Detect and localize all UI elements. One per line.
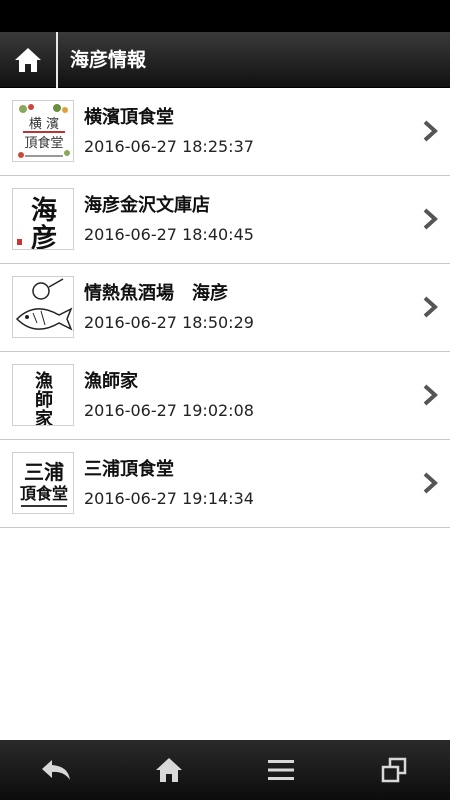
chevron-right-icon [423, 120, 438, 142]
menu-icon [268, 760, 295, 780]
shop-name: 海彦金沢文庫店 [84, 195, 210, 216]
list-item[interactable]: 三浦 頂食堂 三浦頂食堂 2016-06-27 19:14:34 [0, 440, 450, 528]
back-button[interactable] [0, 740, 113, 800]
shop-logo: 漁 師 家 [12, 364, 74, 426]
home-button[interactable] [0, 32, 56, 88]
windows-icon [381, 757, 406, 783]
shop-date: 2016-06-27 19:02:08 [84, 401, 254, 420]
list-item[interactable]: 漁 師 家 漁師家 2016-06-27 19:02:08 [0, 352, 450, 440]
svg-text:漁: 漁 [35, 370, 53, 392]
shop-list: 横 濱 頂食堂 横濱頂食堂 2016-06-27 18:25:37 海 彦 海彦… [0, 88, 450, 528]
header-bar: 海彦情報 [0, 32, 450, 88]
shop-name: 情熱魚酒場 海彦 [84, 283, 228, 304]
chevron-right-icon [423, 296, 438, 318]
list-item[interactable]: 海 彦 海彦金沢文庫店 2016-06-27 18:40:45 [0, 176, 450, 264]
svg-text:横 濱: 横 濱 [29, 117, 59, 132]
shop-name: 漁師家 [84, 371, 138, 392]
shop-logo: 海 彦 [12, 188, 74, 250]
svg-text:家: 家 [35, 408, 54, 426]
svg-text:師: 師 [35, 389, 53, 411]
status-bar [0, 0, 450, 32]
shop-date: 2016-06-27 18:25:37 [84, 137, 254, 156]
shop-logo [12, 276, 74, 338]
chevron-right-icon [423, 384, 438, 406]
chevron-right-icon [423, 472, 438, 494]
home-nav-button[interactable] [113, 740, 226, 800]
recent-apps-button[interactable] [338, 740, 450, 800]
list-item[interactable]: 情熱魚酒場 海彦 2016-06-27 18:50:29 [0, 264, 450, 352]
back-icon [42, 760, 71, 780]
navigation-bar [0, 740, 450, 800]
shop-name: 三浦頂食堂 [84, 459, 174, 480]
header-divider [56, 32, 58, 88]
svg-text:彦: 彦 [31, 223, 57, 250]
shop-date: 2016-06-27 19:14:34 [84, 489, 254, 508]
shop-date: 2016-06-27 18:50:29 [84, 313, 254, 332]
home-icon [15, 48, 41, 72]
shop-logo: 横 濱 頂食堂 [12, 100, 74, 162]
list-item[interactable]: 横 濱 頂食堂 横濱頂食堂 2016-06-27 18:25:37 [0, 88, 450, 176]
chevron-right-icon [423, 208, 438, 230]
svg-text:頂食堂: 頂食堂 [24, 135, 63, 151]
shop-date: 2016-06-27 18:40:45 [84, 225, 254, 244]
page-title: 海彦情報 [70, 49, 147, 71]
svg-text:海: 海 [31, 196, 57, 226]
shop-logo: 三浦 頂食堂 [12, 452, 74, 514]
shop-name: 横濱頂食堂 [84, 107, 174, 128]
svg-text:三浦: 三浦 [24, 460, 64, 484]
home-icon [155, 758, 182, 782]
svg-text:頂食堂: 頂食堂 [20, 484, 68, 503]
menu-button[interactable] [225, 740, 338, 800]
